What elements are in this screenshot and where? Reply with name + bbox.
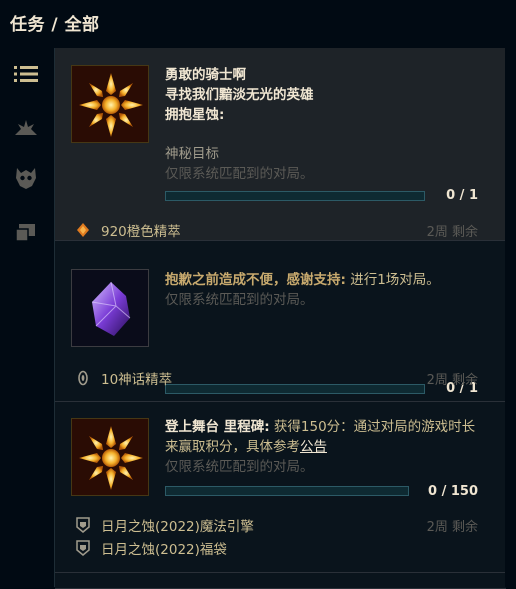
reward-label: 日月之蚀(2022)福袋 [101, 542, 227, 558]
mission-objective: 神秘目标 [165, 146, 219, 162]
mission-title-line: 拥抱星蚀: [165, 107, 225, 123]
scrollbar[interactable] [505, 48, 516, 587]
mythic-essence-icon [75, 370, 91, 386]
page-title: 任务 / 全部 [10, 15, 100, 35]
mission-title-line: 勇敢的骑士啊 [165, 67, 246, 83]
progress-bar [165, 191, 425, 201]
splash-icon[interactable] [12, 114, 40, 142]
mission-title: 勇敢的骑士啊 寻找我们黯淡无光的英雄 拥抱星蚀: [165, 65, 483, 125]
mission-title: 抱歉之前造成不便，感谢支持: [165, 272, 346, 288]
mission-card[interactable] [55, 572, 506, 589]
mission-text: 登上舞台 里程碑: 获得150分：通过对局的游戏时长来赢取积分，具体参考公告 [165, 417, 483, 457]
mission-title-line: 寻找我们黯淡无光的英雄 [165, 87, 314, 103]
time-remaining: 2周 剩余 [426, 520, 478, 535]
card-icon[interactable] [12, 218, 40, 246]
mission-list[interactable]: 勇敢的骑士啊 寻找我们黯淡无光的英雄 拥抱星蚀: 神秘目标 仅限系统匹配到的对局… [54, 48, 506, 589]
mission-restriction: 仅限系统匹配到的对局。 [165, 459, 314, 475]
mission-text: 抱歉之前造成不便，感谢支持: 进行1场对局。 [165, 270, 483, 290]
progress-count: 0 / 1 [446, 188, 478, 203]
reward-item: 日月之蚀(2022)魔法引擎 [75, 515, 254, 535]
sun-emblem-icon [71, 65, 149, 143]
mask-icon[interactable] [12, 164, 40, 192]
mission-restriction: 仅限系统匹配到的对局。 [165, 292, 314, 308]
reward-item: 10神话精萃 [75, 368, 172, 388]
sun-emblem-icon [71, 418, 149, 496]
crystal-icon [71, 269, 149, 347]
time-remaining: 2周 剩余 [426, 373, 478, 388]
reward-item: 920橙色精萃 [75, 220, 181, 240]
reward-label: 10神话精萃 [101, 372, 173, 388]
header: 任务 / 全部 [0, 0, 516, 48]
mission-card[interactable]: 登上舞台 里程碑: 获得150分：通过对局的游戏时长来赢取积分，具体参考公告 仅… [55, 401, 506, 573]
progress-count: 0 / 150 [428, 484, 478, 499]
mission-title: 登上舞台 里程碑: [165, 419, 270, 435]
list-icon[interactable] [12, 60, 40, 88]
orange-essence-icon [75, 222, 91, 238]
progress-bar [165, 486, 409, 496]
announcement-link[interactable]: 公告 [300, 439, 327, 455]
progress-bar [165, 384, 425, 394]
reward-label: 920橙色精萃 [101, 224, 181, 240]
reward-label: 日月之蚀(2022)魔法引擎 [101, 519, 254, 535]
shield-badge-icon [75, 517, 91, 533]
sidebar [0, 48, 54, 587]
shield-badge-icon [75, 540, 91, 556]
mission-description: 进行1场对局。 [345, 272, 440, 288]
mission-restriction: 仅限系统匹配到的对局。 [165, 166, 314, 182]
reward-item: 日月之蚀(2022)福袋 [75, 538, 227, 558]
time-remaining: 2周 剩余 [426, 225, 478, 240]
mission-card[interactable]: 勇敢的骑士啊 寻找我们黯淡无光的英雄 拥抱星蚀: 神秘目标 仅限系统匹配到的对局… [55, 48, 506, 241]
